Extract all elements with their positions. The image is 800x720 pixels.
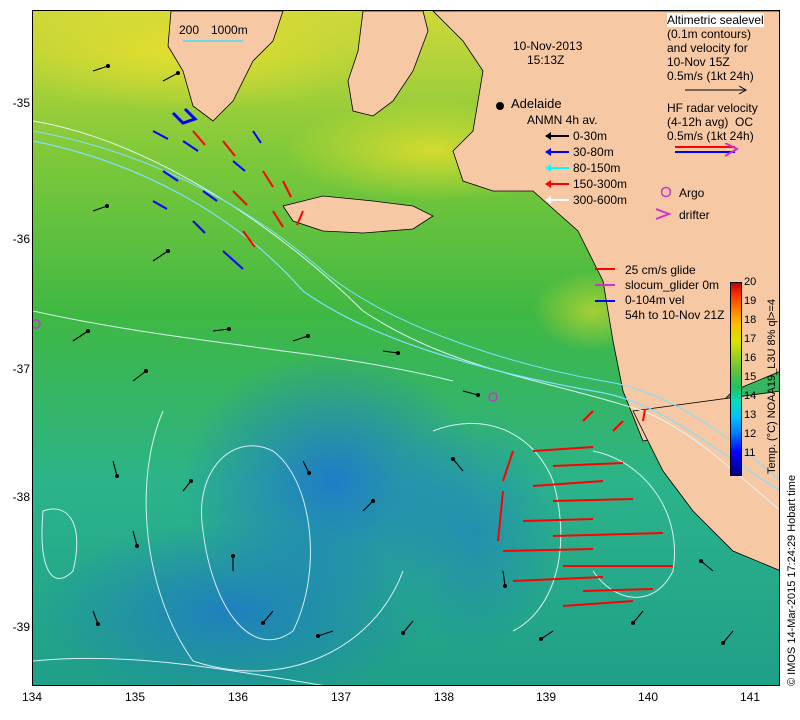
- colorbar-tick: 11: [744, 447, 756, 459]
- hf-legend-obscured: OC: [735, 115, 753, 129]
- anmn-legend-title: ANMN 4h av.: [527, 113, 598, 127]
- colorbar-tick: 15: [744, 371, 757, 383]
- lon-tick: 137: [330, 690, 352, 704]
- lon-tick: 135: [124, 690, 146, 704]
- glider-legend-line: 54h to 10-Nov 21Z: [625, 308, 725, 322]
- drifter-legend-label: drifter: [679, 208, 710, 222]
- colorbar-label: Temp. (°C) NOAA19_L3U 8% ql>=4: [766, 299, 778, 474]
- altimetry-legend-line: (0.1m contours): [667, 27, 752, 41]
- adelaide-marker: [496, 102, 504, 110]
- altimetry-legend-line: Altimetric sealevel: [667, 13, 764, 27]
- hf-legend-line: 0.5m/s (1kt 24h): [667, 129, 754, 143]
- hf-legend-line: (4-12h avg): [667, 115, 729, 129]
- lat-tick: -37: [12, 362, 30, 376]
- altimetry-legend-arrow: [685, 85, 748, 95]
- anmn-legend-label: 0-30m: [573, 129, 608, 143]
- lon-tick: 138: [433, 690, 455, 704]
- lon-tick: 140: [637, 690, 659, 704]
- colorbar-tick: 18: [744, 314, 757, 326]
- colorbar-tick: 13: [744, 409, 757, 421]
- adelaide-label: Adelaide: [511, 96, 562, 111]
- argo-legend-marker: [660, 186, 672, 198]
- colorbar-tick: 19: [744, 295, 757, 307]
- glider-legend-line: 25 cm/s glide: [625, 263, 696, 277]
- colorbar-tick: 16: [744, 352, 757, 364]
- lon-tick: 134: [21, 690, 43, 704]
- altimetry-legend-line: 10-Nov 15Z: [667, 55, 730, 69]
- lat-tick: -38: [12, 490, 30, 504]
- lat-tick: -36: [12, 232, 30, 246]
- scale-label-1000m: 1000m: [211, 23, 248, 37]
- map-date: 10-Nov-2013: [513, 39, 583, 53]
- cold-water-patch: [383, 411, 563, 651]
- map-panel: 200 1000m 10-Nov-2013 15:13Z Adelaide Al…: [32, 10, 780, 686]
- lon-tick: 139: [535, 690, 557, 704]
- glider-legend-line: slocum_glider 0m: [625, 278, 720, 292]
- anmn-legend-label: 80-150m: [573, 161, 621, 175]
- legend-arrow-swatch: [545, 164, 569, 172]
- colorbar-tick: 14: [744, 390, 757, 402]
- glider-legend-line: 0-104m vel: [625, 293, 685, 307]
- hf-legend-line: HF radar velocity: [667, 101, 758, 115]
- map-time: 15:13Z: [527, 53, 565, 67]
- colorbar-tick: 12: [744, 428, 757, 440]
- lat-tick: -35: [12, 96, 30, 110]
- colorbar-tick: 20: [744, 276, 757, 288]
- hf-legend-arrow: [675, 143, 740, 157]
- legend-arrow-swatch: [545, 180, 569, 188]
- colorbar-tick: 17: [744, 333, 757, 345]
- credit-text: © IMOS 14-Mar-2015 17:24:29 Hobart time: [786, 474, 798, 686]
- altimetry-legend-line: and velocity for: [667, 41, 748, 55]
- legend-arrow-swatch: [545, 148, 569, 156]
- scale-label-200: 200: [179, 23, 200, 37]
- anmn-legend-label: 300-600m: [573, 193, 628, 207]
- lon-tick: 141: [739, 690, 761, 704]
- lat-tick: -39: [12, 620, 30, 634]
- legend-arrow-swatch: [545, 132, 569, 140]
- temperature-colorbar: [730, 282, 742, 476]
- altimetry-legend-line: 0.5m/s (1kt 24h): [667, 69, 754, 83]
- argo-legend-label: Argo: [679, 186, 705, 200]
- lon-tick: 136: [227, 690, 249, 704]
- anmn-legend-label: 30-80m: [573, 145, 614, 159]
- drifter-legend-marker: [655, 208, 672, 220]
- anmn-legend-label: 150-300m: [573, 177, 628, 191]
- legend-arrow-swatch: [545, 196, 569, 204]
